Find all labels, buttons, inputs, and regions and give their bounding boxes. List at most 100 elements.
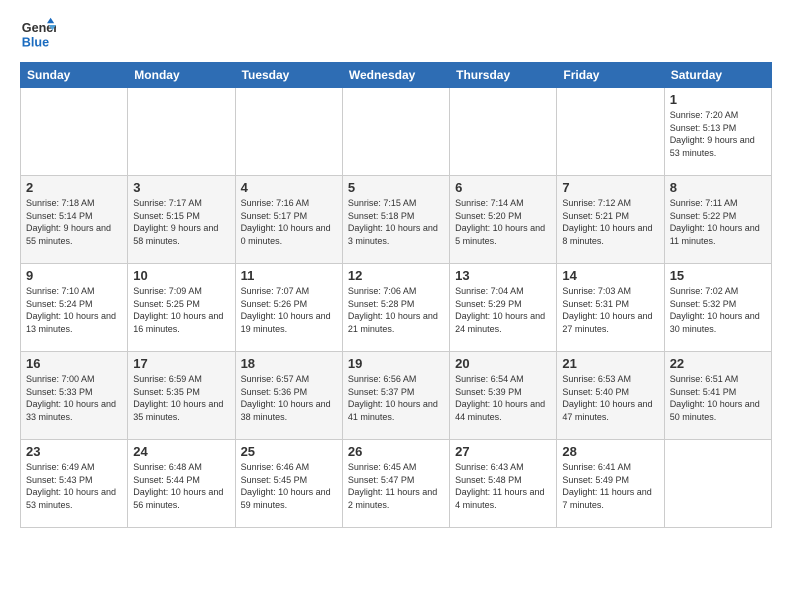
calendar-cell: 1 Sunrise: 7:20 AM Sunset: 5:13 PM Daylig… [664,88,771,176]
page: General Blue SundayMondayTuesdayWednesda… [0,0,792,544]
week-row-2: 9 Sunrise: 7:10 AM Sunset: 5:24 PM Daylig… [21,264,772,352]
calendar-cell [235,88,342,176]
calendar-cell: 9 Sunrise: 7:10 AM Sunset: 5:24 PM Daylig… [21,264,128,352]
calendar-cell: 12 Sunrise: 7:06 AM Sunset: 5:28 PM Dayli… [342,264,449,352]
day-number: 28 [562,444,658,459]
day-number: 5 [348,180,444,195]
calendar-cell: 7 Sunrise: 7:12 AM Sunset: 5:21 PM Daylig… [557,176,664,264]
calendar-cell: 26 Sunrise: 6:45 AM Sunset: 5:47 PM Dayli… [342,440,449,528]
day-detail: Sunrise: 7:00 AM Sunset: 5:33 PM Dayligh… [26,373,122,423]
svg-text:General: General [22,21,56,35]
day-number: 7 [562,180,658,195]
weekday-header-thursday: Thursday [450,63,557,88]
day-detail: Sunrise: 7:12 AM Sunset: 5:21 PM Dayligh… [562,197,658,247]
calendar-cell: 11 Sunrise: 7:07 AM Sunset: 5:26 PM Dayli… [235,264,342,352]
calendar-cell: 25 Sunrise: 6:46 AM Sunset: 5:45 PM Dayli… [235,440,342,528]
day-number: 10 [133,268,229,283]
calendar-cell: 4 Sunrise: 7:16 AM Sunset: 5:17 PM Daylig… [235,176,342,264]
day-detail: Sunrise: 7:04 AM Sunset: 5:29 PM Dayligh… [455,285,551,335]
day-detail: Sunrise: 6:45 AM Sunset: 5:47 PM Dayligh… [348,461,444,511]
day-detail: Sunrise: 6:59 AM Sunset: 5:35 PM Dayligh… [133,373,229,423]
day-number: 17 [133,356,229,371]
day-detail: Sunrise: 7:18 AM Sunset: 5:14 PM Dayligh… [26,197,122,247]
week-row-4: 23 Sunrise: 6:49 AM Sunset: 5:43 PM Dayli… [21,440,772,528]
weekday-header-wednesday: Wednesday [342,63,449,88]
day-number: 9 [26,268,122,283]
day-detail: Sunrise: 6:48 AM Sunset: 5:44 PM Dayligh… [133,461,229,511]
day-detail: Sunrise: 7:07 AM Sunset: 5:26 PM Dayligh… [241,285,337,335]
calendar-cell: 28 Sunrise: 6:41 AM Sunset: 5:49 PM Dayli… [557,440,664,528]
calendar-cell: 14 Sunrise: 7:03 AM Sunset: 5:31 PM Dayli… [557,264,664,352]
logo: General Blue [20,16,56,52]
day-detail: Sunrise: 6:56 AM Sunset: 5:37 PM Dayligh… [348,373,444,423]
calendar-cell: 19 Sunrise: 6:56 AM Sunset: 5:37 PM Dayli… [342,352,449,440]
day-number: 12 [348,268,444,283]
day-detail: Sunrise: 7:11 AM Sunset: 5:22 PM Dayligh… [670,197,766,247]
day-number: 15 [670,268,766,283]
calendar-cell: 2 Sunrise: 7:18 AM Sunset: 5:14 PM Daylig… [21,176,128,264]
day-detail: Sunrise: 7:03 AM Sunset: 5:31 PM Dayligh… [562,285,658,335]
calendar-cell: 8Sunrise: 7:11 AM Sunset: 5:22 PM Daylig… [664,176,771,264]
calendar-cell: 20 Sunrise: 6:54 AM Sunset: 5:39 PM Dayli… [450,352,557,440]
day-number: 16 [26,356,122,371]
day-number: 11 [241,268,337,283]
day-detail: Sunrise: 7:10 AM Sunset: 5:24 PM Dayligh… [26,285,122,335]
day-number: 21 [562,356,658,371]
weekday-header-monday: Monday [128,63,235,88]
day-number: 1 [670,92,766,107]
calendar-cell: 23 Sunrise: 6:49 AM Sunset: 5:43 PM Dayli… [21,440,128,528]
weekday-header-friday: Friday [557,63,664,88]
day-detail: Sunrise: 7:06 AM Sunset: 5:28 PM Dayligh… [348,285,444,335]
calendar-cell: 24Sunrise: 6:48 AM Sunset: 5:44 PM Dayli… [128,440,235,528]
calendar-cell: 16 Sunrise: 7:00 AM Sunset: 5:33 PM Dayli… [21,352,128,440]
day-number: 27 [455,444,551,459]
weekday-header-row: SundayMondayTuesdayWednesdayThursdayFrid… [21,63,772,88]
calendar-cell [557,88,664,176]
calendar-cell [21,88,128,176]
day-number: 23 [26,444,122,459]
calendar-cell: 21 Sunrise: 6:53 AM Sunset: 5:40 PM Dayli… [557,352,664,440]
day-number: 19 [348,356,444,371]
calendar-cell: 17 Sunrise: 6:59 AM Sunset: 5:35 PM Dayli… [128,352,235,440]
calendar-cell [450,88,557,176]
day-number: 14 [562,268,658,283]
calendar-cell: 3 Sunrise: 7:17 AM Sunset: 5:15 PM Daylig… [128,176,235,264]
day-detail: Sunrise: 6:53 AM Sunset: 5:40 PM Dayligh… [562,373,658,423]
day-detail: Sunrise: 7:16 AM Sunset: 5:17 PM Dayligh… [241,197,337,247]
day-detail: Sunrise: 6:49 AM Sunset: 5:43 PM Dayligh… [26,461,122,511]
calendar-cell: 15 Sunrise: 7:02 AM Sunset: 5:32 PM Dayli… [664,264,771,352]
day-detail: Sunrise: 7:09 AM Sunset: 5:25 PM Dayligh… [133,285,229,335]
day-detail: Sunrise: 6:51 AM Sunset: 5:41 PM Dayligh… [670,373,766,423]
svg-text:Blue: Blue [22,36,49,50]
day-number: 4 [241,180,337,195]
day-detail: Sunrise: 7:02 AM Sunset: 5:32 PM Dayligh… [670,285,766,335]
day-number: 20 [455,356,551,371]
calendar-cell: 27Sunrise: 6:43 AM Sunset: 5:48 PM Dayli… [450,440,557,528]
logo-icon: General Blue [20,16,56,52]
day-detail: Sunrise: 6:46 AM Sunset: 5:45 PM Dayligh… [241,461,337,511]
calendar-cell: 22Sunrise: 6:51 AM Sunset: 5:41 PM Dayli… [664,352,771,440]
day-detail: Sunrise: 7:14 AM Sunset: 5:20 PM Dayligh… [455,197,551,247]
day-detail: Sunrise: 7:17 AM Sunset: 5:15 PM Dayligh… [133,197,229,247]
calendar-cell [664,440,771,528]
day-number: 18 [241,356,337,371]
day-number: 2 [26,180,122,195]
week-row-3: 16 Sunrise: 7:00 AM Sunset: 5:33 PM Dayli… [21,352,772,440]
day-detail: Sunrise: 7:15 AM Sunset: 5:18 PM Dayligh… [348,197,444,247]
calendar-cell [128,88,235,176]
calendar-cell: 5 Sunrise: 7:15 AM Sunset: 5:18 PM Daylig… [342,176,449,264]
day-number: 26 [348,444,444,459]
calendar-cell: 10 Sunrise: 7:09 AM Sunset: 5:25 PM Dayli… [128,264,235,352]
day-detail: Sunrise: 6:41 AM Sunset: 5:49 PM Dayligh… [562,461,658,511]
week-row-0: 1 Sunrise: 7:20 AM Sunset: 5:13 PM Daylig… [21,88,772,176]
day-number: 3 [133,180,229,195]
day-detail: Sunrise: 6:54 AM Sunset: 5:39 PM Dayligh… [455,373,551,423]
week-row-1: 2 Sunrise: 7:18 AM Sunset: 5:14 PM Daylig… [21,176,772,264]
weekday-header-sunday: Sunday [21,63,128,88]
calendar-cell: 13Sunrise: 7:04 AM Sunset: 5:29 PM Dayli… [450,264,557,352]
calendar-table: SundayMondayTuesdayWednesdayThursdayFrid… [20,62,772,528]
weekday-header-tuesday: Tuesday [235,63,342,88]
calendar-cell: 6Sunrise: 7:14 AM Sunset: 5:20 PM Daylig… [450,176,557,264]
day-detail: Sunrise: 7:20 AM Sunset: 5:13 PM Dayligh… [670,109,766,159]
day-number: 25 [241,444,337,459]
